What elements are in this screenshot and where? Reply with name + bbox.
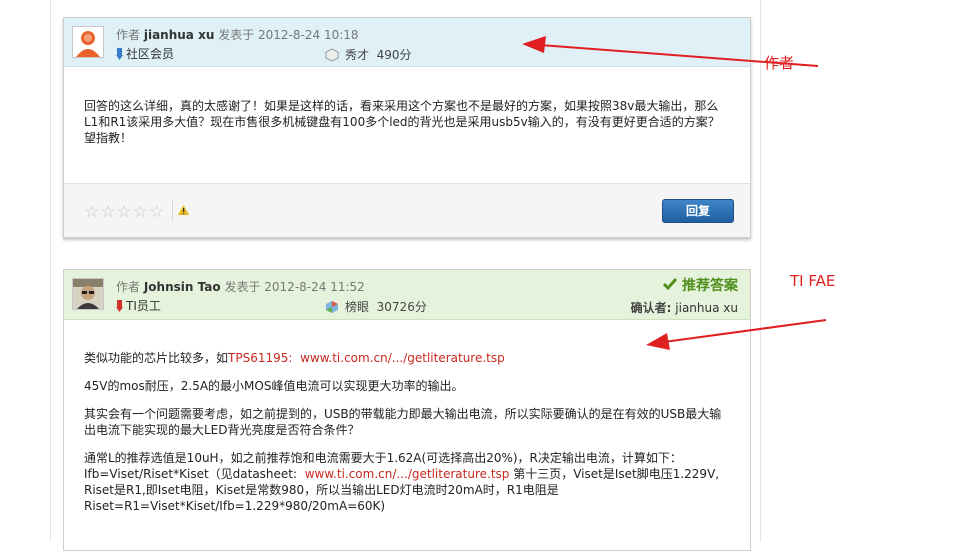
post-body: 回答的这么详细，真的太感谢了！如果是这样的话，看来采用这个方案也不是最好的方案，… bbox=[84, 98, 730, 158]
reply-button[interactable]: 回复 bbox=[662, 199, 734, 223]
user-role: TI员工 bbox=[116, 297, 161, 314]
fae-annotation: TI FAE bbox=[790, 272, 836, 290]
posted-label: 发表于 bbox=[218, 28, 255, 42]
post-date: 2012-8-24 11:52 bbox=[264, 280, 365, 294]
post-paragraph: 其实会有一个问题需要考虑，如之前提到的，USB的带载能力即最大输出电流，所以实际… bbox=[84, 407, 722, 437]
post-paragraph: 类似功能的芯片比较多，如TPS61195: www.ti.com.cn/.../… bbox=[84, 350, 730, 366]
rank-points: 30726分 bbox=[376, 300, 427, 314]
user-avatar[interactable] bbox=[72, 278, 104, 310]
role-label: TI员工 bbox=[126, 299, 161, 313]
employee-badge-icon bbox=[116, 300, 123, 312]
post-paragraph: 回答的这么详细，真的太感谢了！如果是这样的话，看来采用这个方案也不是最好的方案，… bbox=[84, 99, 720, 145]
author-annotation: 作者 bbox=[764, 54, 795, 72]
post-date: 2012-8-24 10:18 bbox=[258, 28, 359, 42]
colon: : bbox=[288, 351, 293, 365]
user-rank: 榜眼 30726分 bbox=[325, 298, 427, 315]
datasheet-link[interactable]: www.ti.com.cn/.../getliterature.tsp bbox=[300, 351, 505, 365]
best-answer-label: 推荐答案 bbox=[682, 278, 738, 294]
author-prefix: 作者 bbox=[116, 28, 141, 42]
rank-hexagon-icon bbox=[325, 48, 339, 62]
author-prefix: 作者 bbox=[116, 280, 141, 294]
rank-gem-icon bbox=[325, 300, 339, 314]
post-meta: 作者 jianhua xu 发表于 2012-8-24 10:18 bbox=[116, 26, 359, 43]
author-name-link[interactable]: Johnsin Tao bbox=[144, 280, 221, 294]
left-divider bbox=[50, 0, 51, 542]
member-badge-icon bbox=[116, 48, 123, 60]
post-footer: ☆☆☆☆☆ 回复 bbox=[64, 183, 750, 237]
author-name-link[interactable]: jianhua xu bbox=[144, 28, 215, 42]
best-answer-badge: 推荐答案 bbox=[663, 275, 738, 295]
post-body: 类似功能的芯片比较多，如TPS61195: www.ti.com.cn/.../… bbox=[84, 350, 730, 526]
reply-post-ti-fae: 作者 Johnsin Tao 发表于 2012-8-24 11:52 TI员工 … bbox=[63, 269, 751, 551]
datasheet-link[interactable]: www.ti.com.cn/.../getliterature.tsp bbox=[305, 467, 510, 481]
footer-divider bbox=[172, 199, 173, 221]
checkmark-icon bbox=[663, 278, 682, 294]
report-warning-icon[interactable] bbox=[178, 204, 189, 218]
paragraph-text: 类似功能的芯片比较多，如 bbox=[84, 351, 229, 365]
formula-text: Ifb=Viset/Riset*Kiset（见datasheet: bbox=[84, 467, 298, 481]
reply-post-author: 作者 jianhua xu 发表于 2012-8-24 10:18 社区会员 秀… bbox=[63, 17, 751, 238]
rating-stars[interactable]: ☆☆☆☆☆ bbox=[84, 202, 165, 222]
post-paragraph: 45V的mos耐压，2.5A的最小MOS峰值电流可以实现更大功率的输出。 bbox=[84, 379, 464, 393]
confirm-label: 确认者: bbox=[630, 301, 672, 315]
right-divider bbox=[760, 0, 761, 542]
rank-title: 秀才 bbox=[345, 48, 370, 62]
post-paragraph: 通常L的推荐选值是10uH，如之前推荐饱和电流需要大于1.62A(可选择高出20… bbox=[84, 450, 730, 514]
confirmed-by: 确认者: jianhua xu bbox=[631, 299, 738, 316]
user-avatar[interactable] bbox=[72, 26, 104, 58]
part-number: TPS61195 bbox=[228, 351, 289, 365]
confirm-user-link[interactable]: jianhua xu bbox=[675, 301, 738, 315]
post-header: 作者 jianhua xu 发表于 2012-8-24 10:18 社区会员 秀… bbox=[64, 18, 750, 67]
post-header: 作者 Johnsin Tao 发表于 2012-8-24 11:52 TI员工 … bbox=[64, 270, 750, 320]
posted-label: 发表于 bbox=[224, 280, 261, 294]
post-meta: 作者 Johnsin Tao 发表于 2012-8-24 11:52 bbox=[116, 278, 365, 295]
user-rank: 秀才 490分 bbox=[325, 46, 412, 63]
user-role: 社区会员 bbox=[116, 45, 174, 62]
paragraph-text: 通常L的推荐选值是10uH，如之前推荐饱和电流需要大于1.62A(可选择高出20… bbox=[84, 451, 682, 465]
role-label: 社区会员 bbox=[126, 47, 175, 61]
rank-title: 榜眼 bbox=[345, 300, 370, 314]
rank-points: 490分 bbox=[376, 48, 412, 62]
